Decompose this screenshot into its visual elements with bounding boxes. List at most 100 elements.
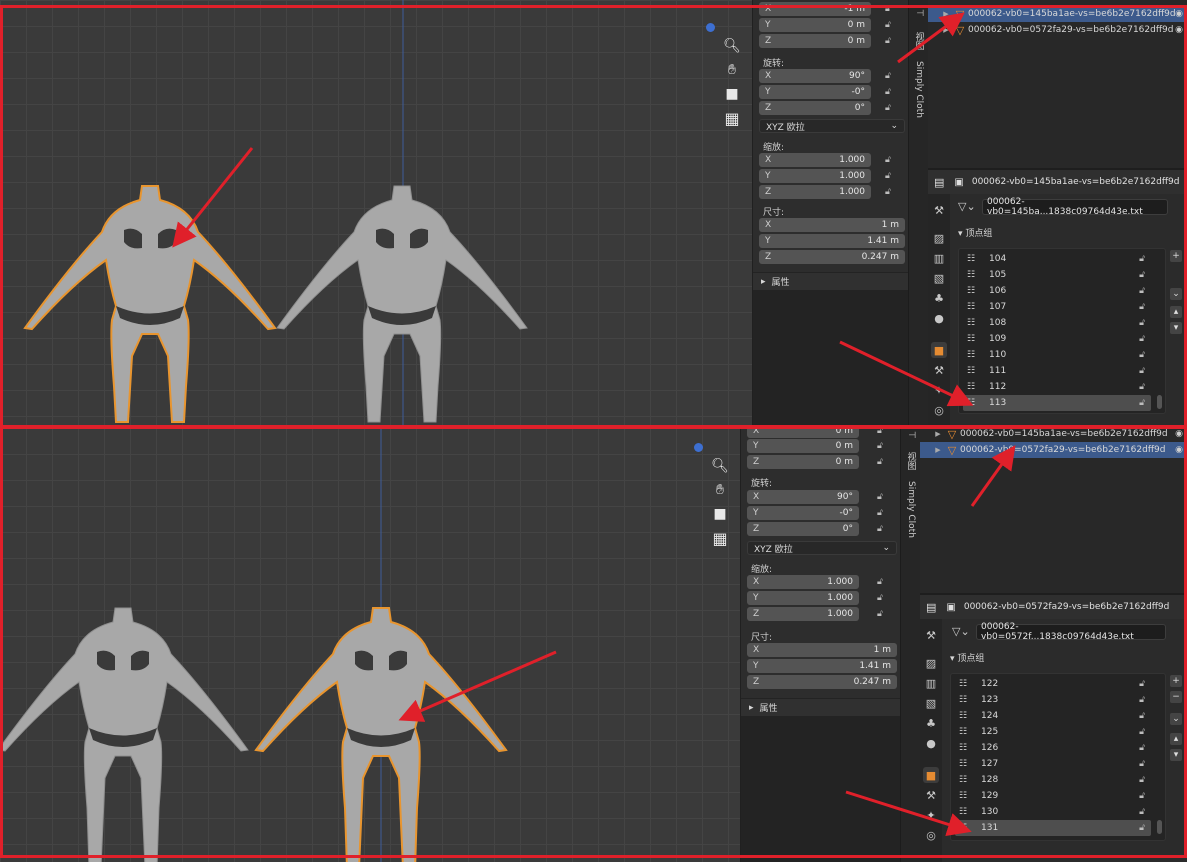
list-item[interactable]: ☷ 128 🔓︎ xyxy=(955,772,1151,788)
lock-icon[interactable]: 🔓︎ xyxy=(1139,286,1145,296)
list-item[interactable]: ☷ 126 🔓︎ xyxy=(955,740,1151,756)
editor-type-icon[interactable]: ▤ xyxy=(934,176,944,189)
eye-icon[interactable]: ◉ xyxy=(1175,9,1183,19)
move-down-button[interactable]: ▾ xyxy=(1170,749,1182,761)
list-scrollbar[interactable] xyxy=(1157,820,1162,834)
mesh-data-icon[interactable]: ▽⌄ xyxy=(952,625,970,638)
expand-icon[interactable]: ▶ xyxy=(940,26,952,34)
world-icon[interactable]: ● xyxy=(931,310,947,326)
tool-settings-icon[interactable]: ⚒ xyxy=(931,202,947,218)
location-z-field[interactable]: Z 0 m xyxy=(759,34,871,48)
list-item[interactable]: ☷ 127 🔓︎ xyxy=(955,756,1151,772)
camera-icon[interactable]: ■ xyxy=(722,84,742,104)
viewport-3d[interactable]: 🔍︎ ✋︎ ■ ▦ xyxy=(0,0,752,428)
move-up-button[interactable]: ▴ xyxy=(1170,733,1182,745)
tool-settings-icon[interactable]: ⚒ xyxy=(923,627,939,643)
navigation-gizmo-dot[interactable] xyxy=(706,23,715,32)
lock-icon[interactable]: 🔓︎ xyxy=(1139,270,1145,280)
output-icon[interactable]: ▥ xyxy=(931,250,947,266)
rotation-y-field[interactable]: Y -0° xyxy=(747,506,859,520)
lock-icon[interactable]: 🔓︎ xyxy=(1139,679,1145,689)
list-item[interactable]: ☷ 125 🔓︎ xyxy=(955,724,1151,740)
location-y-field[interactable]: Y 0 m xyxy=(759,18,871,32)
world-icon[interactable]: ● xyxy=(923,735,939,751)
lock-icon[interactable]: 🔓︎ xyxy=(1139,382,1145,392)
lock-icon[interactable]: 🔓︎ xyxy=(1139,823,1145,833)
tab-view[interactable]: 视图 xyxy=(903,448,919,474)
tool-tab[interactable]: ⊤ xyxy=(911,6,927,20)
physics-icon[interactable]: ◎ xyxy=(931,402,947,418)
editor-type-icon[interactable]: ▤ xyxy=(926,601,936,614)
lock-icon[interactable]: 🔓︎ xyxy=(885,20,891,30)
list-item-selected[interactable]: ☷ 131 🔓︎ xyxy=(955,820,1151,836)
tab-simply-cloth[interactable]: Simply Cloth xyxy=(911,60,927,118)
rotation-z-field[interactable]: Z 0° xyxy=(747,522,859,536)
rotation-x-field[interactable]: X 90° xyxy=(759,69,871,83)
scale-z-field[interactable]: Z 1.000 xyxy=(747,607,859,621)
outliner-item[interactable]: ▶ ▽ 000062-vb0=0572fa29-vs=be6b2e7162dff9d… xyxy=(920,442,1187,458)
location-y-field[interactable]: Y 0 m xyxy=(747,439,859,453)
lock-icon[interactable]: 🔓︎ xyxy=(1139,350,1145,360)
physics-icon[interactable]: ◎ xyxy=(923,827,939,843)
object-properties-icon[interactable]: ■ xyxy=(931,342,947,358)
grid-icon[interactable]: ▦ xyxy=(710,528,730,548)
dimensions-y-field[interactable]: Y 1.41 m xyxy=(747,659,897,673)
lock-icon[interactable]: 🔓︎ xyxy=(877,457,883,467)
lock-icon[interactable]: 🔓︎ xyxy=(877,524,883,534)
render-icon[interactable]: ▨ xyxy=(923,655,939,671)
list-item[interactable]: ☷ 124 🔓︎ xyxy=(955,708,1151,724)
navigation-gizmo-dot[interactable] xyxy=(694,443,703,452)
lock-icon[interactable]: 🔓︎ xyxy=(877,428,883,436)
lock-icon[interactable]: 🔓︎ xyxy=(1139,791,1145,801)
move-up-button[interactable]: ▴ xyxy=(1170,306,1182,318)
expand-icon[interactable]: ▶ xyxy=(940,10,952,18)
outliner-item[interactable]: ▶ ▽ 000062-vb0=0572fa29-vs=be6b2e7162dff9d… xyxy=(928,22,1187,38)
vertex-group-list[interactable]: ☷ 104 🔓︎ ☷ 105 🔓︎ ☷ 106 🔓︎ ☷ 107 🔓︎ ☷ 108 🔓︎ ☷ 109 🔓… xyxy=(958,248,1166,414)
list-item[interactable]: ☷ 112 🔓︎ xyxy=(963,379,1151,395)
properties-section-header[interactable]: ▸ 属性 xyxy=(741,698,901,716)
rotation-x-field[interactable]: X 90° xyxy=(747,490,859,504)
camera-icon[interactable]: ■ xyxy=(710,504,730,524)
add-group-button[interactable]: + xyxy=(1170,675,1182,687)
mesh-name-field[interactable]: 000062-vb0=145ba...1838c09764d43e.txt xyxy=(982,197,1168,217)
dimensions-z-field[interactable]: Z 0.247 m xyxy=(759,250,905,264)
list-item[interactable]: ☷ 108 🔓︎ xyxy=(963,315,1151,331)
eye-icon[interactable]: ◉ xyxy=(1175,25,1183,35)
scale-x-field[interactable]: X 1.000 xyxy=(747,575,859,589)
location-x-field[interactable]: X -1 m xyxy=(759,2,871,16)
lock-icon[interactable]: 🔓︎ xyxy=(885,187,891,197)
lock-icon[interactable]: 🔓︎ xyxy=(885,171,891,181)
lock-icon[interactable]: 🔓︎ xyxy=(885,155,891,165)
scene-icon[interactable]: ♣ xyxy=(923,715,939,731)
view-layer-icon[interactable]: ▧ xyxy=(931,270,947,286)
lock-icon[interactable]: 🔓︎ xyxy=(877,609,883,619)
lock-icon[interactable]: 🔓︎ xyxy=(885,103,891,113)
lock-icon[interactable]: 🔓︎ xyxy=(885,4,891,14)
wrench-icon[interactable]: ⚒ xyxy=(931,362,947,378)
scale-y-field[interactable]: Y 1.000 xyxy=(747,591,859,605)
specials-menu-button[interactable]: ⌄ xyxy=(1170,713,1182,725)
rotation-mode-dropdown[interactable]: XYZ 欧拉 ⌄ xyxy=(759,119,905,133)
lock-icon[interactable]: 🔓︎ xyxy=(877,593,883,603)
lock-icon[interactable]: 🔓︎ xyxy=(1139,302,1145,312)
scene-icon[interactable]: ♣ xyxy=(931,290,947,306)
list-item[interactable]: ☷ 111 🔓︎ xyxy=(963,363,1151,379)
list-scrollbar[interactable] xyxy=(1157,395,1162,409)
rotation-y-field[interactable]: Y -0° xyxy=(759,85,871,99)
specials-menu-button[interactable]: ⌄ xyxy=(1170,288,1182,300)
render-icon[interactable]: ▨ xyxy=(931,230,947,246)
lock-icon[interactable]: 🔓︎ xyxy=(1139,695,1145,705)
properties-section-header[interactable]: ▸ 属性 xyxy=(753,272,909,290)
lock-icon[interactable]: 🔓︎ xyxy=(877,441,883,451)
particles-icon[interactable]: ✦ xyxy=(923,807,939,823)
list-item[interactable]: ☷ 109 🔓︎ xyxy=(963,331,1151,347)
dimensions-y-field[interactable]: Y 1.41 m xyxy=(759,234,905,248)
lock-icon[interactable]: 🔓︎ xyxy=(1139,775,1145,785)
lock-icon[interactable]: 🔓︎ xyxy=(1139,366,1145,376)
list-item[interactable]: ☷ 106 🔓︎ xyxy=(963,283,1151,299)
scale-y-field[interactable]: Y 1.000 xyxy=(759,169,871,183)
tab-simply-cloth[interactable]: Simply Cloth xyxy=(903,480,919,538)
zoom-icon[interactable]: 🔍︎ xyxy=(722,36,742,56)
mesh-data-icon[interactable]: ▽⌄ xyxy=(958,200,976,213)
remove-group-button[interactable]: − xyxy=(1170,691,1182,703)
